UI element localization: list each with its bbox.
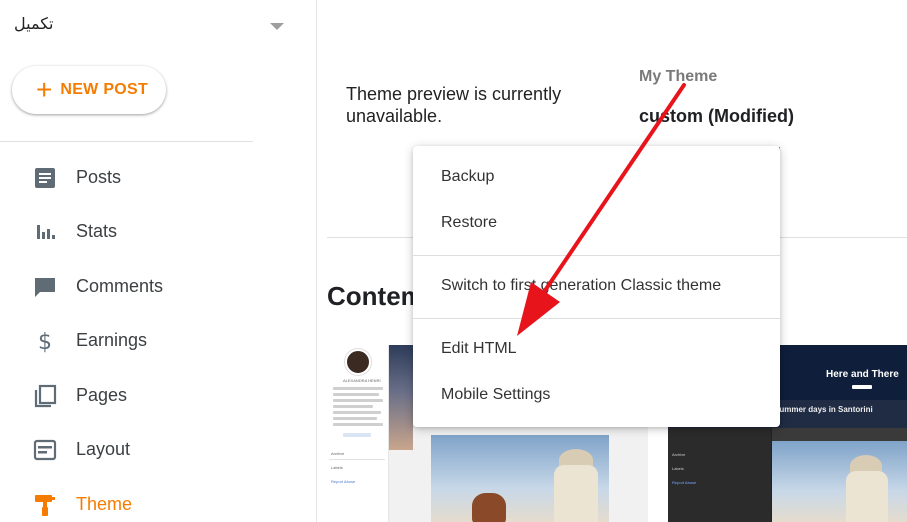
pot (472, 493, 506, 522)
theme-card-subtitle: Summer days in Santorini (774, 405, 873, 414)
menu-item-edit-html[interactable]: Edit HTML (413, 327, 780, 371)
theme-card-report-label: Report Abuse (672, 480, 697, 485)
theme-card-labels-label: Labels (672, 466, 684, 471)
placeholder-line (852, 385, 872, 389)
blog-switcher[interactable]: تكميل (14, 14, 294, 38)
sidebar-item-earnings[interactable]: $ Earnings (0, 318, 300, 362)
placeholder-line (333, 417, 377, 420)
theme-card-hero-title: Here and There (826, 369, 899, 380)
posts-icon (32, 165, 58, 191)
sidebar-item-posts[interactable]: Posts (0, 155, 300, 199)
placeholder-line (333, 399, 383, 402)
svg-text:$: $ (38, 330, 52, 354)
tower (846, 471, 888, 522)
theme-options-menu: Backup Restore Switch to first generatio… (413, 146, 780, 427)
placeholder-line (333, 423, 383, 426)
layout-icon (32, 437, 58, 463)
placeholder-line (333, 387, 383, 390)
placeholder-line (333, 405, 373, 408)
theme-card-hero-strip (389, 345, 413, 450)
tower (554, 465, 598, 522)
menu-divider (413, 255, 780, 256)
placeholder-line (333, 411, 381, 414)
comments-icon (32, 274, 58, 300)
sidebar-item-label: Layout (76, 438, 131, 459)
sidebar-item-label: Comments (76, 275, 164, 296)
sidebar-item-theme[interactable]: Theme (0, 482, 300, 522)
sidebar-item-comments[interactable]: Comments (0, 264, 300, 308)
my-theme-label: My Theme (639, 68, 718, 85)
sidebar-item-label: Pages (76, 384, 128, 405)
earnings-icon: $ (32, 328, 58, 355)
stats-icon (32, 219, 58, 245)
new-post-button[interactable]: + NEW POST (12, 66, 166, 114)
theme-icon (32, 492, 58, 518)
placeholder-line (333, 393, 379, 396)
sidebar-item-pages[interactable]: Pages (0, 373, 300, 417)
current-theme-name: custom (Modified) (639, 106, 794, 126)
menu-item-switch-classic[interactable]: Switch to first generation Classic theme (413, 264, 780, 308)
sidebar-item-label: Theme (76, 493, 133, 514)
theme-card-archive-label: Archive (672, 452, 686, 457)
theme-preview-message: Theme preview is currently unavailable. (346, 84, 562, 126)
sidebar-item-label: Earnings (76, 329, 148, 350)
blog-name: تكميل (14, 16, 54, 33)
placeholder-line (329, 459, 385, 460)
menu-item-restore[interactable]: Restore (413, 201, 780, 245)
sidebar-divider (0, 141, 253, 142)
sidebar-item-label: Stats (76, 220, 118, 241)
theme-card-labels-label: Labels (331, 465, 343, 470)
theme-card-author: ALEXANDRA HENRI (343, 378, 381, 383)
caret-down-icon[interactable] (270, 23, 284, 30)
placeholder-line (343, 433, 371, 437)
pages-icon (32, 383, 58, 409)
menu-item-backup[interactable]: Backup (413, 155, 780, 199)
avatar (345, 349, 371, 375)
new-post-label: NEW POST (60, 81, 149, 98)
theme-card-sidebar: ALEXANDRA HENRI Archive Labels Report Ab… (327, 345, 389, 522)
plus-icon: + (36, 74, 53, 105)
sidebar-item-label: Posts (76, 166, 122, 187)
theme-card-sidebar: Archive Labels Report Abuse (668, 428, 772, 522)
menu-divider (413, 318, 780, 319)
menu-item-mobile-settings[interactable]: Mobile Settings (413, 373, 780, 417)
theme-card-archive-label: Archive (331, 451, 345, 456)
sidebar-item-layout[interactable]: Layout (0, 427, 300, 471)
sidebar: تكميل + NEW POST Posts Stats Comments $ … (0, 0, 317, 522)
theme-card-report-label: Report Abuse (331, 479, 356, 484)
sidebar-item-stats[interactable]: Stats (0, 209, 300, 253)
